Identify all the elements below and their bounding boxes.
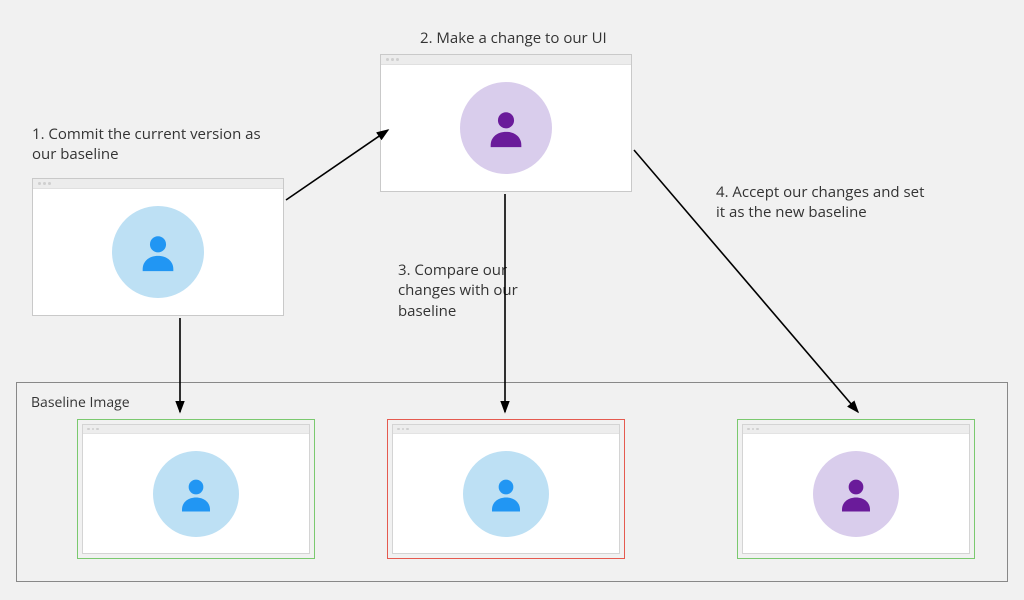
user-icon xyxy=(835,473,877,515)
avatar-circle-blue xyxy=(463,451,549,537)
step-1-label: 1. Commit the current version as our bas… xyxy=(32,124,272,165)
step-3-label: 3. Compare our changes with our baseline xyxy=(398,260,548,321)
user-icon xyxy=(483,105,529,151)
avatar-circle-purple xyxy=(460,82,552,174)
step-2-label: 2. Make a change to our UI xyxy=(420,28,607,48)
step-4-label: 4. Accept our changes and set it as the … xyxy=(716,182,926,223)
arrow-1-to-2 xyxy=(286,130,388,200)
snapshot-baseline-green xyxy=(77,419,315,559)
baseline-image-title: Baseline Image xyxy=(31,393,993,412)
snapshot-compare-red xyxy=(387,419,625,559)
user-icon xyxy=(135,229,181,275)
avatar-circle-blue xyxy=(153,451,239,537)
window-baseline-original xyxy=(32,178,284,316)
window-titlebar xyxy=(33,179,283,189)
window-titlebar xyxy=(381,55,631,65)
avatar-circle-blue xyxy=(112,206,204,298)
baseline-image-container: Baseline Image xyxy=(16,382,1008,582)
user-icon xyxy=(175,473,217,515)
window-changed-ui xyxy=(380,54,632,192)
snapshot-accepted-green xyxy=(737,419,975,559)
user-icon xyxy=(485,473,527,515)
avatar-circle-purple xyxy=(813,451,899,537)
